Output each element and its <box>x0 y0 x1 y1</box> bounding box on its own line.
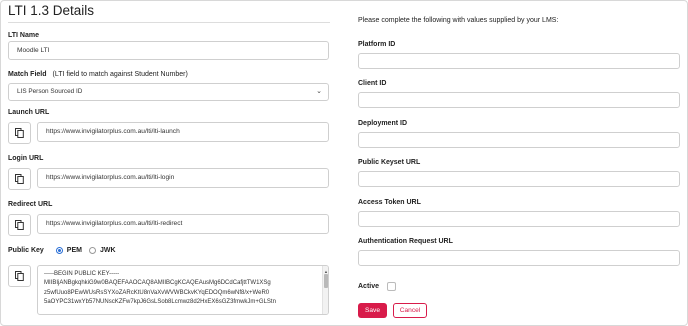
public-key-line: 5aOYPC31wxYb57NUNscKZFw7kpJ6GsLSob8Lcmwz… <box>44 298 276 305</box>
chevron-down-icon: ⌄ <box>316 88 322 95</box>
public-keyset-url-input[interactable] <box>358 171 680 187</box>
client-id-input[interactable] <box>358 92 680 108</box>
copy-launch-url-button[interactable] <box>8 122 31 144</box>
match-field-label: Match Field (LTI field to match against S… <box>8 71 188 78</box>
match-field-select[interactable]: LIS Person Sourced ID ⌄ <box>8 83 329 101</box>
radio-jwk[interactable] <box>88 247 96 254</box>
copy-icon <box>15 128 24 138</box>
textarea-scrollbar[interactable]: ▲ <box>322 266 328 314</box>
auth-request-url-input[interactable] <box>358 250 680 266</box>
radio-pem[interactable] <box>55 247 63 254</box>
public-keyset-url-label: Public Keyset URL <box>358 159 421 166</box>
scroll-thumb[interactable] <box>324 274 328 288</box>
match-field-hint: (LTI field to match against Student Numb… <box>52 71 188 78</box>
radio-jwk-label[interactable]: JWK <box>100 247 116 254</box>
copy-icon <box>15 271 24 281</box>
public-key-line: MIIBIjANBgkqhkiG9w0BAQEFAAOCAQ8AMIIBCgKC… <box>44 280 271 287</box>
public-key-textarea[interactable]: -----BEGIN PUBLIC KEY----- MIIBIjANBgkqh… <box>37 265 329 315</box>
launch-url-label: Launch URL <box>8 109 50 116</box>
copy-public-key-button[interactable] <box>8 265 31 287</box>
access-token-url-label: Access Token URL <box>358 199 421 206</box>
active-label: Active <box>358 283 380 290</box>
access-token-url-input[interactable] <box>358 211 680 227</box>
platform-id-label: Platform ID <box>358 41 396 48</box>
client-id-label: Client ID <box>358 80 387 87</box>
cancel-button[interactable]: Cancel <box>393 303 427 318</box>
launch-url-input[interactable]: https://www.invigilatorplus.com.au/lti/l… <box>37 122 329 142</box>
auth-request-url-label: Authentication Request URL <box>358 238 453 245</box>
public-key-line: -----BEGIN PUBLIC KEY----- <box>44 271 120 277</box>
login-url-label: Login URL <box>8 155 44 162</box>
lti-name-input[interactable]: Moodle LTI <box>8 41 329 60</box>
platform-id-input[interactable] <box>358 53 680 69</box>
page-title: LTI 1.3 Details <box>8 3 95 18</box>
radio-pem-label[interactable]: PEM <box>67 247 82 254</box>
match-field-label-text: Match Field <box>8 71 47 78</box>
title-divider <box>8 22 330 23</box>
match-field-value: LIS Person Sourced ID <box>17 88 83 95</box>
copy-icon <box>15 220 24 230</box>
copy-login-url-button[interactable] <box>8 168 31 190</box>
copy-icon <box>15 174 24 184</box>
login-url-input[interactable]: https://www.invigilatorplus.com.au/lti/l… <box>37 168 329 188</box>
public-key-format-group: Public Key PEM JWK <box>8 247 119 254</box>
deployment-id-label: Deployment ID <box>358 120 408 127</box>
redirect-url-input[interactable]: https://www.invigilatorplus.com.au/lti/l… <box>37 214 329 234</box>
public-key-label: Public Key <box>8 247 44 254</box>
copy-redirect-url-button[interactable] <box>8 214 31 236</box>
lti-name-label: LTI Name <box>8 32 39 39</box>
save-button[interactable]: Save <box>358 303 387 318</box>
lms-instructions: Please complete the following with value… <box>358 17 559 24</box>
redirect-url-label: Redirect URL <box>8 201 53 208</box>
public-key-line: z5wfUuo8PEwWUsRsSYXoZARcKtU8nVaXvWVWBCkv… <box>44 289 270 296</box>
deployment-id-input[interactable] <box>358 132 680 148</box>
active-checkbox[interactable] <box>387 282 396 291</box>
